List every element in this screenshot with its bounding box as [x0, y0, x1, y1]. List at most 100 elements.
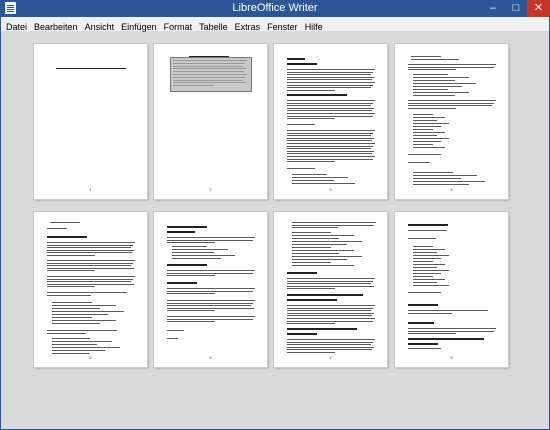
- text-line: [413, 114, 433, 115]
- text-line: [287, 312, 374, 314]
- text-line: [287, 352, 335, 353]
- page-thumbnail[interactable]: 5: [34, 212, 147, 367]
- text-line: [292, 244, 347, 245]
- page-thumbnail[interactable]: 6: [154, 212, 267, 367]
- heading-line: [287, 299, 337, 301]
- text-line: [413, 135, 437, 136]
- text-line: [47, 278, 133, 280]
- text-line: [167, 272, 253, 274]
- text-line: [292, 259, 347, 260]
- text-line: [52, 302, 92, 303]
- text-line: [292, 238, 339, 239]
- document-area[interactable]: 1 2 3 4 5 6 7 8: [1, 32, 549, 429]
- text-line: [287, 158, 373, 160]
- text-line: [287, 132, 373, 134]
- text-line: [413, 285, 449, 286]
- text-line: [52, 323, 100, 324]
- text-line: [52, 317, 92, 318]
- text-line: [287, 153, 372, 155]
- text-line: [413, 279, 445, 280]
- text-line: [52, 353, 90, 354]
- text-line: [292, 241, 362, 242]
- text-line: [173, 76, 245, 78]
- text-line: [52, 314, 108, 315]
- text-line: [52, 338, 90, 339]
- text-line: [47, 270, 95, 272]
- text-line: [287, 71, 373, 73]
- text-line: [292, 227, 338, 229]
- text-line: [413, 92, 469, 93]
- page-thumbnail[interactable]: 2: [154, 44, 267, 199]
- heading-line: [408, 338, 484, 340]
- page-thumbnail[interactable]: 3: [274, 44, 387, 199]
- text-line: [172, 252, 214, 253]
- text-line: [47, 294, 91, 296]
- text-line: [287, 323, 335, 325]
- text-line: [413, 120, 437, 121]
- text-line: [413, 184, 469, 185]
- text-line: [292, 177, 348, 178]
- text-line: [173, 85, 214, 87]
- text-line: [413, 83, 476, 84]
- heading-line: [47, 236, 87, 238]
- text-line: [47, 267, 134, 269]
- text-line: [167, 307, 254, 309]
- text-line: [52, 305, 116, 306]
- menu-bar: Datei Bearbeiten Ansicht Einfügen Format Tabe…: [1, 17, 549, 32]
- text-line: [287, 161, 335, 163]
- text-line: [413, 144, 433, 145]
- heading-line: [167, 226, 207, 228]
- text-line: [292, 250, 354, 251]
- page-thumbnail[interactable]: 7: [274, 212, 387, 367]
- text-line: [413, 123, 449, 124]
- text-line: [167, 318, 253, 320]
- text-line: [413, 282, 437, 283]
- text-line: [287, 74, 371, 76]
- text-line: [408, 230, 447, 231]
- heading-line: [287, 333, 317, 335]
- title-bar[interactable]: LibreOffice Writer – □ ✕: [0, 0, 550, 17]
- maximize-icon[interactable]: □: [505, 0, 527, 17]
- text-line: [52, 350, 105, 351]
- page-thumbnail[interactable]: 1: [34, 44, 147, 199]
- text-line: [408, 64, 496, 65]
- text-line: [47, 255, 95, 256]
- text-line: [287, 113, 375, 114]
- heading-line: [408, 304, 438, 306]
- heading-line: [167, 282, 197, 284]
- text-line: [287, 168, 315, 169]
- text-line: [287, 307, 373, 309]
- heading-line: [287, 58, 305, 60]
- text-line: [287, 107, 374, 109]
- page-thumbnail[interactable]: 4: [395, 44, 508, 199]
- minimize-icon[interactable]: –: [482, 0, 504, 17]
- window-title: LibreOffice Writer: [232, 2, 318, 14]
- close-icon[interactable]: ✕: [527, 0, 550, 17]
- text-line: [287, 145, 373, 147]
- text-line: [287, 124, 315, 125]
- text-line: [287, 76, 374, 78]
- text-line: [408, 238, 436, 239]
- text-line: [47, 249, 134, 251]
- text-line: [47, 286, 95, 288]
- text-line: [172, 255, 235, 256]
- text-line: [287, 140, 372, 142]
- heading-line: [408, 224, 448, 226]
- page-thumbnail[interactable]: 8: [395, 212, 508, 367]
- text-line: [167, 330, 184, 331]
- text-line: [287, 118, 335, 120]
- text-line: [287, 349, 372, 351]
- text-line: [413, 95, 455, 96]
- text-line: [292, 253, 339, 254]
- text-line: [413, 181, 485, 182]
- text-line: [413, 258, 441, 259]
- text-line: [413, 175, 477, 176]
- heading-line: [408, 343, 438, 345]
- text-line: [408, 69, 456, 71]
- text-line: [287, 87, 371, 89]
- text-line: [413, 126, 441, 127]
- text-line: [173, 74, 247, 75]
- text-line: [413, 178, 461, 179]
- text-line: [47, 283, 134, 285]
- text-line: [287, 315, 372, 317]
